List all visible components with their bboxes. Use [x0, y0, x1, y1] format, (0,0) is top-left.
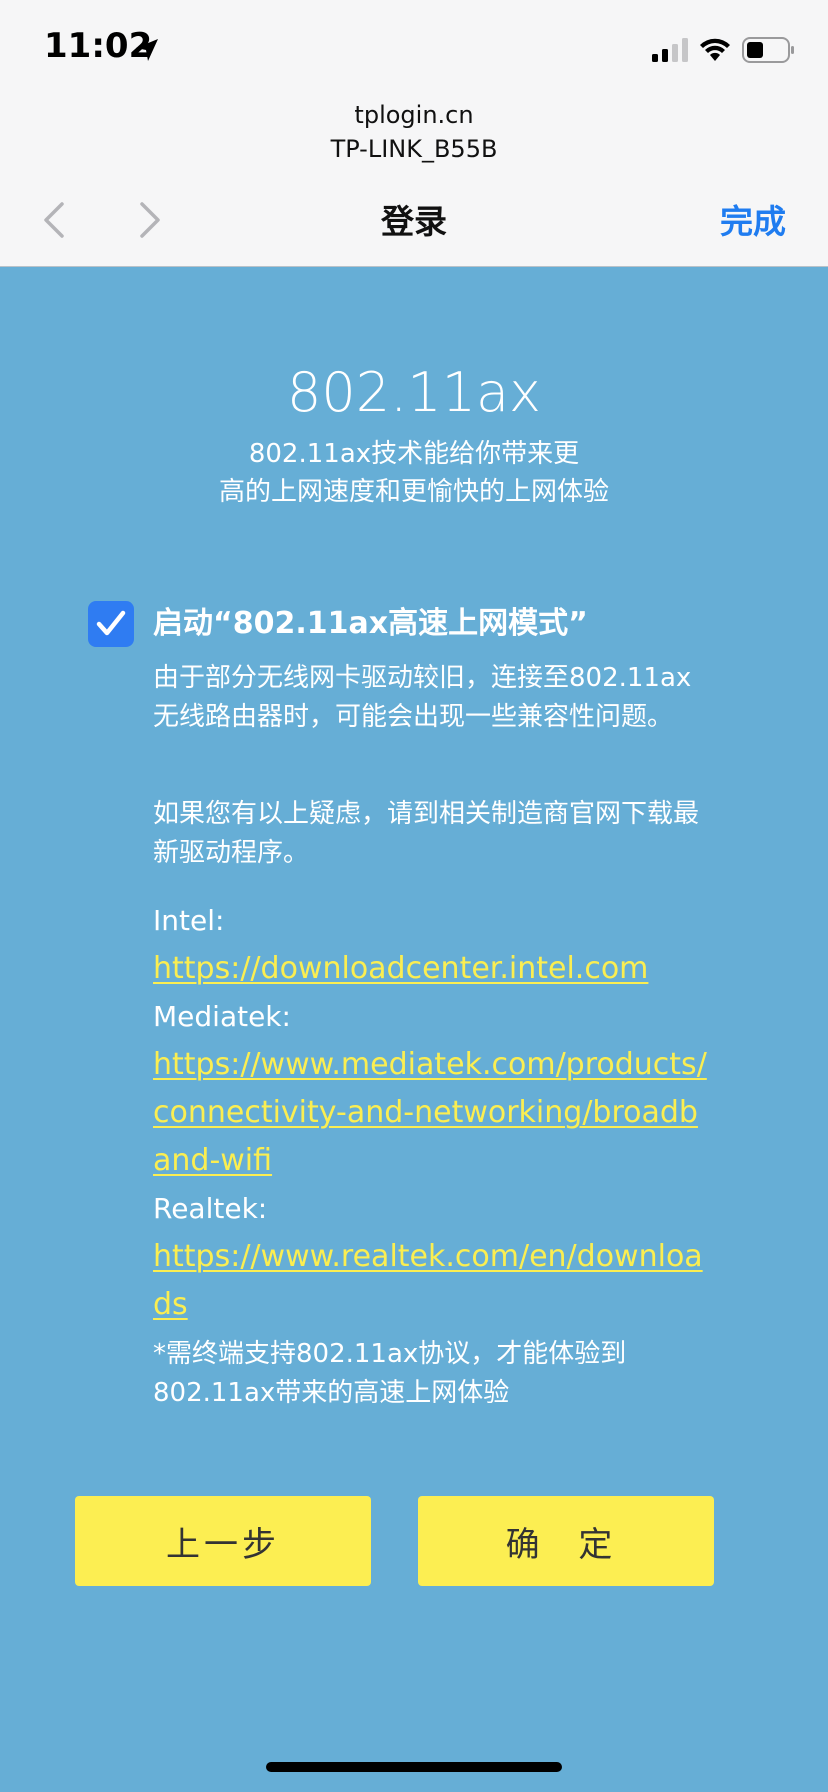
page-title: 登录	[381, 202, 447, 241]
confirm-button[interactable]: 确 定	[418, 1496, 714, 1586]
vendor-label-intel: Intel:	[153, 904, 225, 937]
url-block: tplogin.cn TP-LINK_B55B	[0, 98, 828, 166]
location-arrow-icon	[136, 39, 158, 61]
main-content: 802.11ax 802.11ax技术能给你带来更 高的上网速度和更愉快的上网体…	[0, 267, 828, 1792]
vendor-label-mediatek: Mediatek:	[153, 1000, 291, 1033]
support-note: *需终端支持802.11ax协议，才能体验到802.11ax带来的高速上网体验	[153, 1335, 713, 1413]
mode-checkbox[interactable]	[88, 601, 134, 647]
driver-advice-text: 如果您有以上疑虑，请到相关制造商官网下载最新驱动程序。	[153, 799, 700, 868]
vendor-links: Intel: https://downloadcenter.intel.com …	[153, 897, 713, 1329]
support-note-text: *需终端支持802.11ax协议，才能体验到802.11ax带来的高速上网体验	[153, 1339, 627, 1408]
driver-advice: 如果您有以上疑虑，请到相关制造商官网下载最新驱动程序。	[153, 795, 713, 873]
battery-icon	[742, 37, 794, 63]
hero-title: 802.11ax	[287, 361, 541, 424]
hero-subtitle: 802.11ax技术能给你带来更 高的上网速度和更愉快的上网体验	[0, 435, 828, 511]
url-domain: tplogin.cn	[354, 101, 474, 129]
vendor-link-mediatek[interactable]: https://www.mediatek.com/products/connec…	[153, 1041, 713, 1185]
hero-subtitle-line1: 802.11ax技术能给你带来更	[248, 439, 580, 469]
vendor-link-realtek[interactable]: https://www.realtek.com/en/downloads	[153, 1233, 713, 1329]
network-ssid: TP-LINK_B55B	[330, 135, 498, 163]
signal-icon	[652, 38, 688, 62]
status-bar: 11:02	[0, 0, 828, 100]
compat-warning-text: 由于部分无线网卡驱动较旧，连接至802.11ax无线路由器时，可能会出现一些兼容…	[153, 663, 692, 732]
mode-option-label[interactable]: 启动“802.11ax高速上网模式”	[153, 601, 588, 647]
done-button[interactable]: 完成	[720, 200, 786, 244]
checkmark-icon	[96, 610, 126, 636]
wifi-icon	[700, 38, 730, 61]
screen: 11:02 tplogin.cn TP-LINK_B55B 登录 完成 802.…	[0, 0, 828, 1792]
compat-warning: 由于部分无线网卡驱动较旧，连接至802.11ax无线路由器时，可能会出现一些兼容…	[153, 659, 713, 737]
browser-chrome: 11:02 tplogin.cn TP-LINK_B55B 登录 完成	[0, 0, 828, 267]
hero-subtitle-line2: 高的上网速度和更愉快的上网体验	[218, 477, 609, 507]
previous-step-button[interactable]: 上一步	[75, 1496, 371, 1586]
vendor-link-intel[interactable]: https://downloadcenter.intel.com	[153, 945, 713, 993]
vendor-label-realtek: Realtek:	[153, 1192, 268, 1225]
home-indicator[interactable]	[266, 1762, 562, 1772]
